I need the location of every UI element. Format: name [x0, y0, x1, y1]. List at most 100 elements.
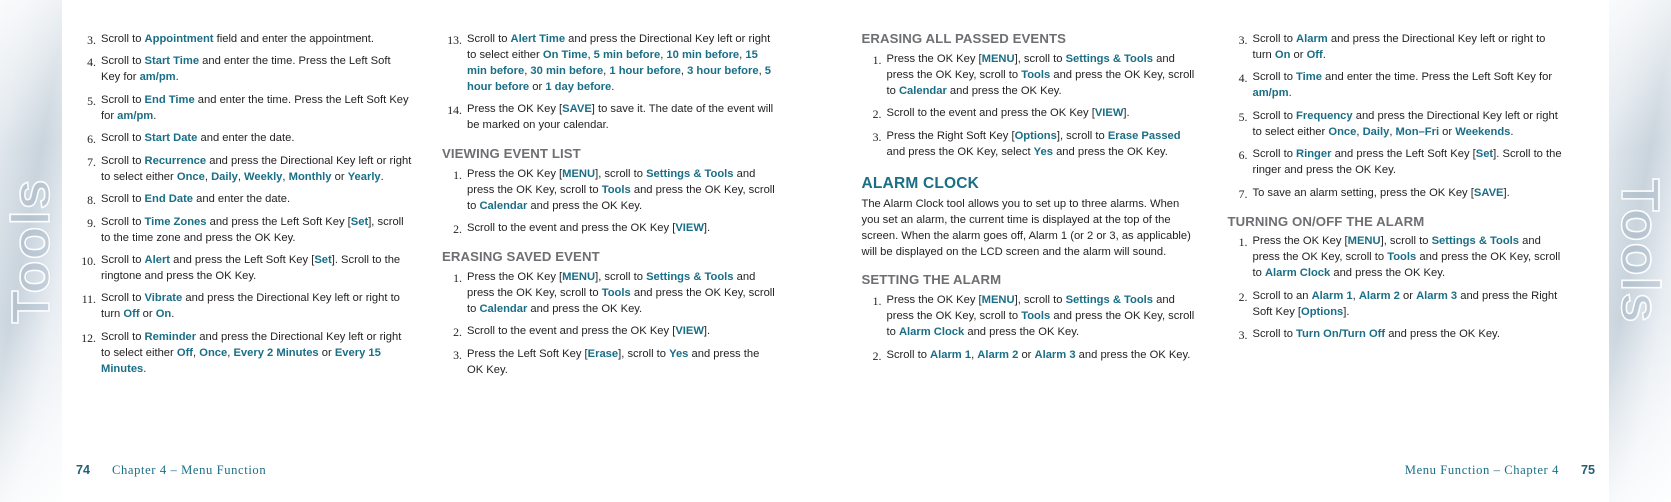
list-item-text: Scroll to Vibrate and press the Directio… — [101, 292, 400, 321]
right-page-number: 75 — [1580, 463, 1595, 477]
list-item: 2. Scroll to the event and press the OK K… — [442, 221, 778, 237]
list-item-number: 5. — [1238, 109, 1248, 124]
list-item: 1. Press the OK Key [MENU], scroll to Set… — [442, 270, 778, 318]
steps-erasing-saved-event: 1. Press the OK Key [MENU], scroll to Set… — [442, 270, 778, 379]
column-2: 13. Scroll to Alert Time and press the Di… — [442, 32, 778, 462]
list-item-number: 4. — [87, 55, 96, 70]
list-item-number: 5. — [87, 93, 96, 108]
list-item: 3. Press the Right Soft Key [Options], sc… — [862, 129, 1198, 161]
right-page: Tools ERASING ALL PASSED EVENTS 1. Press … — [835, 0, 1671, 502]
list-item: 3. Scroll to Turn On/Turn Off and press t… — [1228, 327, 1564, 343]
list-item-text: Scroll to Recurrence and press the Direc… — [101, 154, 412, 183]
list-item: 11. Scroll to Vibrate and press the Direc… — [76, 291, 412, 323]
list-item-number: 3. — [1238, 328, 1248, 343]
list-item-text: Scroll to End Date and enter the date. — [101, 193, 291, 206]
column-3: ERASING ALL PASSED EVENTS 1. Press the OK… — [861, 31, 1198, 462]
list-item-text: Press the OK Key [MENU], scroll to Setti… — [1252, 235, 1561, 280]
list-item-text: Scroll to Time Zones and press the Left … — [101, 215, 404, 244]
list-item-number: 13. — [447, 33, 462, 47]
right-page-footer-text: Menu Function – Chapter 4 — [1404, 463, 1559, 477]
left-page: Tools 3. Scroll to Appointment field and … — [0, 0, 836, 502]
list-item-text: Press the OK Key [SAVE] to save it. The … — [467, 103, 774, 132]
left-page-columns: 3. Scroll to Appointment field and enter … — [76, 32, 810, 462]
list-item-number: 7. — [1238, 186, 1248, 201]
list-item: 1. Press the OK Key [MENU], scroll to Set… — [1228, 234, 1564, 282]
heading-turning-on-off-the-alarm: TURNING ON/OFF THE ALARM — [1227, 213, 1425, 229]
list-item: 2. Scroll to the event and press the OK K… — [862, 106, 1198, 122]
list-item-text: Scroll to Frequency and press the Direct… — [1252, 109, 1558, 138]
manual-page-spread: Tools 3. Scroll to Appointment field and … — [0, 0, 1671, 502]
list-item-number: 14. — [447, 103, 462, 118]
list-item: 3. Scroll to Appointment field and enter … — [76, 32, 412, 48]
list-item-number: 1. — [872, 294, 882, 309]
list-item-text: Press the OK Key [MENU], scroll to Setti… — [886, 52, 1195, 97]
side-tab-left-label: Tools — [0, 178, 62, 325]
side-tab-left: Tools — [0, 0, 62, 502]
left-page-number: 74 — [76, 463, 91, 477]
list-item-number: 1. — [453, 168, 462, 182]
list-item-text: Scroll to Start Time and enter the time.… — [101, 55, 391, 84]
heading-erasing-all-passed-events: ERASING ALL PASSED EVENTS — [861, 31, 1066, 46]
heading-viewing-event-list: VIEWING EVENT LIST — [442, 146, 581, 162]
list-item-number: 7. — [87, 154, 96, 169]
list-item-text: Scroll to Start Date and enter the date. — [101, 132, 295, 145]
alarm-clock-intro: The Alarm Clock tool allows you to set u… — [861, 197, 1191, 258]
list-item-text: Scroll to Alarm 1, Alarm 2 or Alarm 3 an… — [886, 348, 1191, 361]
list-item-number: 2. — [453, 325, 462, 340]
list-item-text: Scroll to Time and enter the time. Press… — [1252, 71, 1553, 100]
steps-setting-the-alarm: 1. Press the OK Key [MENU], scroll to Set… — [862, 293, 1198, 363]
list-item: 4. Scroll to Time and enter the time. Pre… — [1228, 70, 1564, 102]
steps-creating-event-end: 13. Scroll to Alert Time and press the Di… — [442, 32, 778, 134]
list-item: 1. Press the OK Key [MENU], scroll to Set… — [862, 293, 1198, 341]
list-item-text: To save an alarm setting, press the OK K… — [1252, 186, 1510, 199]
column-4: 3. Scroll to Alarm and press the Directio… — [1228, 32, 1564, 462]
list-item-number: 4. — [1238, 71, 1248, 86]
steps-turning-on-off-the-alarm: 1. Press the OK Key [MENU], scroll to Set… — [1228, 234, 1564, 343]
list-item-number: 12. — [81, 330, 96, 345]
steps-viewing-event-list: 1. Press the OK Key [MENU], scroll to Set… — [442, 167, 778, 237]
right-page-columns: ERASING ALL PASSED EVENTS 1. Press the OK… — [861, 31, 1596, 462]
side-tab-right: Tools — [1609, 0, 1671, 502]
list-item-text: Scroll to Alarm and press the Directiona… — [1252, 33, 1546, 61]
list-item-text: Press the OK Key [MENU], scroll to Setti… — [467, 168, 775, 212]
list-item-text: Press the OK Key [MENU], scroll to Setti… — [886, 294, 1195, 339]
left-page-footer-text: Chapter 4 – Menu Function — [112, 463, 267, 477]
list-item-text: Scroll to Reminder and press the Directi… — [101, 330, 402, 375]
list-item: 6. Scroll to Ringer and press the Left So… — [1228, 147, 1564, 179]
list-item-text: Scroll to the event and press the OK Key… — [467, 325, 711, 338]
list-item-text: Scroll to Turn On/Turn Off and press the… — [1252, 328, 1500, 341]
list-item: 9. Scroll to Time Zones and press the Lef… — [76, 215, 412, 247]
list-item-number: 1. — [453, 271, 462, 286]
right-page-footer: Menu Function – Chapter 4 75 — [1405, 463, 1595, 478]
list-item-text: Scroll to Alert Time and press the Direc… — [467, 33, 772, 93]
list-item: 13. Scroll to Alert Time and press the Di… — [442, 32, 778, 96]
list-item: 10. Scroll to Alert and press the Left So… — [76, 253, 412, 285]
list-item-text: Press the Left Soft Key [Erase], scroll … — [467, 347, 760, 376]
list-item-text: Scroll to Ringer and press the Left Soft… — [1252, 148, 1562, 177]
list-item-number: 9. — [87, 215, 96, 230]
list-item: 2. Scroll to the event and press the OK K… — [442, 324, 778, 340]
list-item: 5. Scroll to Frequency and press the Dire… — [1228, 109, 1564, 141]
heading-alarm-clock: ALARM CLOCK — [861, 174, 980, 192]
list-item-text: Scroll to an Alarm 1, Alarm 2 or Alarm 3… — [1252, 289, 1558, 318]
list-item-number: 11. — [81, 292, 96, 307]
list-item-number: 3. — [872, 129, 882, 144]
list-item: 12. Scroll to Reminder and press the Dire… — [76, 330, 412, 378]
list-item-text: Scroll to the event and press the OK Key… — [467, 222, 711, 235]
list-item: 7. Scroll to Recurrence and press the Dir… — [76, 154, 412, 186]
list-item: 7. To save an alarm setting, press the OK… — [1228, 186, 1564, 202]
list-item-number: 1. — [872, 52, 882, 67]
list-item-number: 2. — [453, 222, 462, 237]
list-item-text: Scroll to End Time and enter the time. P… — [101, 93, 409, 122]
list-item-number: 6. — [87, 132, 96, 147]
steps-creating-event-cont: 3. Scroll to Appointment field and enter … — [76, 32, 412, 378]
list-item-text: Scroll to the event and press the OK Key… — [886, 107, 1130, 120]
heading-erasing-saved-event: ERASING SAVED EVENT — [442, 249, 600, 265]
left-page-footer: 74 Chapter 4 – Menu Function — [76, 463, 266, 478]
list-item-number: 1. — [1238, 235, 1248, 250]
list-item: 5. Scroll to End Time and enter the time.… — [76, 93, 412, 125]
list-item: 14. Press the OK Key [SAVE] to save it. T… — [442, 102, 778, 134]
list-item: 6. Scroll to Start Date and enter the dat… — [76, 131, 412, 147]
list-item: 8. Scroll to End Date and enter the date. — [76, 192, 412, 208]
steps-setting-the-alarm-cont: 3. Scroll to Alarm and press the Directio… — [1228, 32, 1564, 202]
